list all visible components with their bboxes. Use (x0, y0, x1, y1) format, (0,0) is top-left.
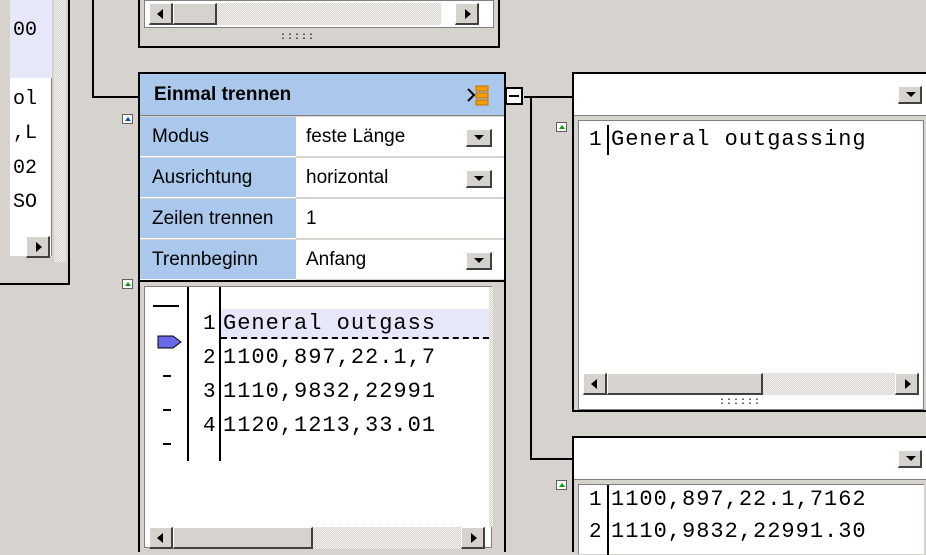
property-label: Ausrichtung (140, 158, 296, 198)
preview-text-line: 1110,9832,22991 (223, 379, 437, 404)
line-number: 4 (203, 415, 216, 438)
property-label: Modus (140, 117, 296, 157)
node-title: Einmal trennen (154, 84, 292, 105)
connector-line (530, 96, 532, 460)
left-text-panel: 00 ol ,L 02 SO (0, 0, 70, 285)
connector-line (92, 96, 138, 98)
dropdown-arrow-icon[interactable] (898, 86, 922, 104)
left-panel-line: ,L (13, 122, 38, 145)
output-node-bottom[interactable]: 1 2 1100,897,22.1,7162 1110,9832,22991.3… (572, 436, 926, 555)
scroll-left-button[interactable] (149, 3, 173, 25)
horizontal-scrollbar-thumb[interactable] (173, 3, 217, 25)
dropdown-arrow-icon[interactable] (466, 129, 492, 147)
left-panel-header: 00 (10, 0, 52, 78)
scroll-left-button[interactable] (149, 527, 173, 549)
preview-text-line: 1100,897,22.1,7 (223, 345, 437, 370)
left-panel-line: 02 (13, 157, 38, 180)
split-marker-icon[interactable] (157, 335, 183, 349)
dropdown-arrow-icon[interactable] (466, 252, 492, 270)
preview-text-line: General outgass (223, 311, 437, 336)
horizontal-scrollbar-thumb[interactable] (607, 373, 763, 395)
output-connector[interactable] (505, 87, 523, 105)
preview-text-line: 1120,1213,33.01 (223, 413, 437, 438)
preview-area: 1 2 3 4 General outgass 1100,897,22.1,7 … (140, 280, 504, 552)
output-text-line: 1100,897,22.1,7162 (611, 487, 867, 512)
dropdown-arrow-icon[interactable] (898, 450, 922, 468)
top-node-frame: ::::: (138, 0, 500, 48)
input-connector-icon[interactable] (122, 279, 133, 289)
output-node-top[interactable]: 1 General outgassing :::::: (572, 72, 926, 412)
output-node-header[interactable] (574, 74, 926, 116)
property-label: Zeilen trennen (140, 199, 296, 239)
scroll-right-button[interactable] (895, 373, 919, 395)
line-number: 1 (589, 129, 602, 152)
connector-line (530, 458, 572, 460)
scroll-right-button[interactable] (455, 3, 479, 25)
split-node[interactable]: Einmal trennen Modus feste Länge Ausrich… (138, 72, 506, 552)
resize-grip[interactable]: ::::: (280, 32, 315, 43)
output-node-header[interactable] (574, 438, 926, 480)
split-node-icon[interactable] (466, 83, 490, 107)
line-number: 2 (203, 347, 216, 370)
scroll-right-button[interactable] (26, 236, 50, 258)
left-panel-line: SO (13, 191, 38, 214)
scroll-left-button[interactable] (583, 373, 607, 395)
node-header[interactable]: Einmal trennen (140, 74, 504, 116)
property-row-trennbeginn[interactable]: Trennbeginn Anfang (140, 240, 504, 280)
connector-line (92, 0, 94, 96)
dropdown-arrow-icon[interactable] (466, 170, 492, 188)
horizontal-scrollbar-thumb[interactable] (173, 527, 313, 549)
output-text-line: 1110,9832,22991.30 (611, 519, 867, 544)
input-connector-icon[interactable] (556, 480, 567, 490)
line-number: 1 (203, 313, 216, 336)
input-connector-icon[interactable] (122, 114, 133, 124)
split-gutter[interactable] (145, 287, 189, 461)
left-panel-line: ol (13, 88, 38, 111)
scroll-right-button[interactable] (461, 527, 485, 549)
line-number: 1 (589, 489, 602, 512)
line-number: 3 (203, 381, 216, 404)
property-row-modus[interactable]: Modus feste Länge (140, 117, 504, 157)
property-label: Trennbeginn (140, 240, 296, 280)
resize-grip[interactable]: :::::: (719, 397, 761, 408)
property-value-input[interactable]: 1 (296, 199, 504, 239)
line-number: 2 (589, 521, 602, 544)
output-text-line: General outgassing (611, 127, 867, 152)
property-row-ausrichtung[interactable]: Ausrichtung horizontal (140, 158, 504, 198)
vertical-scrollbar-track[interactable] (489, 287, 493, 527)
input-connector-icon[interactable] (556, 122, 567, 132)
property-row-zeilen-trennen[interactable]: Zeilen trennen 1 (140, 199, 504, 239)
vertical-scrollbar-track[interactable] (54, 0, 66, 262)
